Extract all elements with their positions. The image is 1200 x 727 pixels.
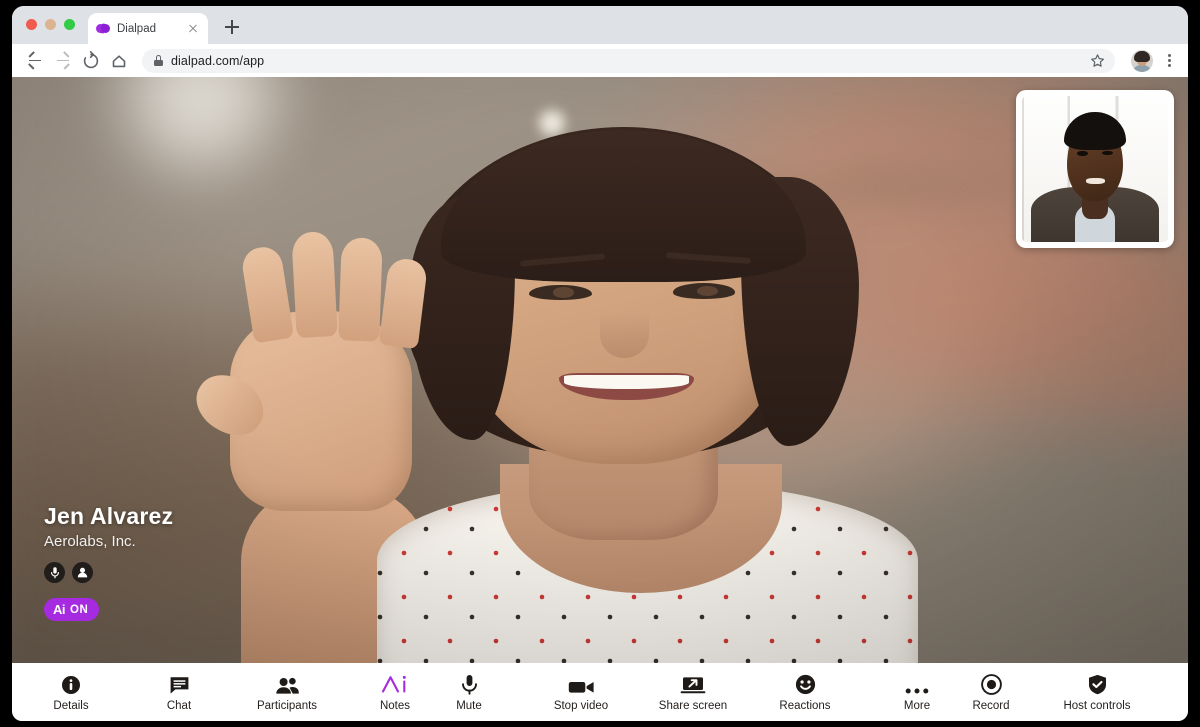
ai-notes-icon	[380, 673, 410, 695]
profile-avatar[interactable]	[1131, 49, 1153, 72]
call-control-bar: Details Chat Participants Notes Mute Sto…	[12, 663, 1188, 721]
browser-window: Dialpad dialpad.com/app Jen Alvarez Aero…	[12, 6, 1188, 721]
notes-button[interactable]: Notes	[358, 673, 432, 712]
browser-tab-strip: Dialpad	[12, 6, 1188, 44]
share-screen-label: Share screen	[658, 699, 728, 712]
chat-button[interactable]: Chat	[142, 673, 216, 712]
share-screen-button[interactable]: Share screen	[656, 673, 730, 712]
info-icon	[61, 673, 81, 695]
lock-icon	[154, 55, 163, 66]
browser-toolbar: dialpad.com/app	[12, 44, 1188, 77]
participants-button[interactable]: Participants	[250, 673, 324, 712]
participant-name: Jen Alvarez	[44, 502, 174, 529]
host-controls-button[interactable]: Host controls	[1060, 673, 1134, 712]
mute-button[interactable]: Mute	[432, 673, 506, 712]
ai-logo-icon: Ai	[53, 602, 66, 617]
reactions-button[interactable]: Reactions	[768, 673, 842, 712]
details-label: Details	[53, 699, 89, 712]
control-group-center: Mute Stop video Share screen Reactions M…	[432, 673, 954, 712]
chat-bubble-icon	[169, 673, 190, 695]
stop-video-label: Stop video	[553, 699, 609, 712]
self-view-thumbnail[interactable]	[1016, 90, 1174, 248]
ellipsis-icon	[905, 673, 929, 695]
record-label: Record	[972, 699, 1010, 712]
control-group-right: Record Host controls	[954, 671, 1188, 713]
details-button[interactable]: Details	[34, 673, 108, 712]
close-window-button[interactable]	[26, 19, 37, 30]
back-arrow-icon[interactable]	[22, 48, 48, 74]
ai-status-badge: Ai ON	[44, 598, 100, 621]
more-button[interactable]: More	[880, 673, 954, 712]
microphone-icon	[461, 673, 478, 695]
kebab-menu-icon[interactable]	[1160, 53, 1178, 68]
star-icon[interactable]	[1090, 53, 1105, 68]
forward-arrow-icon[interactable]	[50, 48, 76, 74]
home-icon[interactable]	[106, 48, 132, 74]
minimize-window-button[interactable]	[45, 19, 56, 30]
url-text: dialpad.com/app	[171, 53, 265, 68]
close-tab-icon[interactable]	[186, 22, 200, 36]
video-camera-icon	[568, 673, 595, 695]
mute-label: Mute	[456, 699, 482, 712]
shield-check-icon	[1088, 673, 1107, 695]
stop-video-button[interactable]: Stop video	[544, 673, 618, 712]
record-icon	[980, 673, 1002, 695]
zoom-window-button[interactable]	[64, 19, 75, 30]
share-screen-icon	[680, 673, 706, 695]
address-bar[interactable]: dialpad.com/app	[142, 48, 1115, 73]
desktop-background: Dialpad dialpad.com/app Jen Alvarez Aero…	[0, 0, 1200, 727]
control-group-left: Details Chat Participants Notes	[34, 673, 432, 712]
more-label: More	[903, 699, 931, 712]
new-tab-button[interactable]	[218, 13, 246, 41]
microphone-icon	[44, 562, 65, 583]
host-controls-label: Host controls	[1063, 699, 1131, 712]
participants-icon	[275, 673, 300, 695]
dialpad-logo-icon	[95, 22, 111, 35]
ai-state-label: ON	[70, 603, 89, 616]
smiley-icon	[795, 673, 816, 695]
record-button[interactable]: Record	[954, 673, 1028, 712]
tab-title: Dialpad	[117, 22, 156, 35]
remote-participant-video	[12, 77, 1188, 663]
reload-icon[interactable]	[78, 48, 104, 74]
person-icon	[72, 562, 93, 583]
browser-tab-dialpad[interactable]: Dialpad	[88, 13, 208, 44]
participant-name-overlay: Jen Alvarez Aerolabs, Inc. Ai ON	[44, 503, 173, 621]
reactions-label: Reactions	[779, 699, 831, 712]
participants-label: Participants	[256, 699, 318, 712]
participant-status-badges	[44, 562, 173, 583]
notes-label: Notes	[379, 699, 411, 712]
chat-label: Chat	[166, 699, 192, 712]
window-traffic-lights	[26, 19, 75, 30]
video-stage: Jen Alvarez Aerolabs, Inc. Ai ON	[12, 77, 1188, 663]
participant-organization: Aerolabs, Inc.	[44, 533, 136, 550]
